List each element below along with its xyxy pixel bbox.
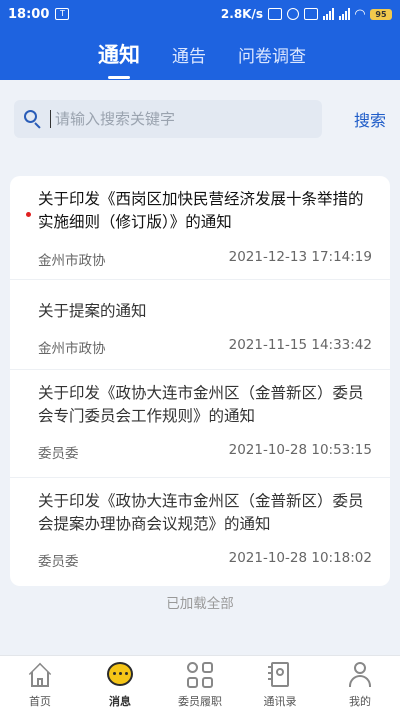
notice-list: 关于印发《西岗区加快民营经济发展十条举措的实施细则（修订版）》的通知 金州市政协… bbox=[10, 176, 390, 586]
bottom-nav: 首页 消息 委员履职 通讯录 我的 bbox=[0, 655, 400, 711]
list-item[interactable]: 关于印发《政协大连市金州区（金普新区）委员会专门委员会工作规则》的通知 委员委 … bbox=[10, 370, 390, 478]
message-icon bbox=[107, 662, 133, 688]
tab-announcement[interactable]: 通告 bbox=[172, 42, 206, 67]
wifi-icon: ◠ bbox=[355, 6, 365, 22]
loaded-all-text: 已加载全部 bbox=[166, 596, 234, 612]
unread-dot bbox=[26, 212, 31, 217]
nav-label: 首页 bbox=[29, 695, 51, 708]
notice-title: 关于印发《政协大连市金州区（金普新区）委员会提案办理协商会议规范》的通知 bbox=[38, 492, 364, 533]
notice-datetime: 2021-10-28 10:53:15 bbox=[228, 442, 372, 458]
notice-meta: 委员委 2021-10-28 10:53:15 bbox=[38, 442, 372, 462]
notice-meta: 金州市政协 2021-11-15 14:33:42 bbox=[38, 337, 372, 357]
notice-title: 关于印发《政协大连市金州区（金普新区）委员会专门委员会工作规则》的通知 bbox=[38, 384, 364, 425]
notification-icon: T bbox=[55, 8, 70, 20]
home-icon bbox=[27, 662, 53, 688]
notice-source: 委员委 bbox=[38, 554, 79, 570]
notice-source: 金州市政协 bbox=[38, 253, 106, 269]
list-item[interactable]: 关于提案的通知 金州市政协 2021-11-15 14:33:42 bbox=[10, 280, 390, 370]
list-item[interactable]: 关于印发《西岗区加快民营经济发展十条举措的实施细则（修订版）》的通知 金州市政协… bbox=[10, 176, 390, 280]
notice-meta: 委员委 2021-10-28 10:18:02 bbox=[38, 550, 372, 570]
nav-duty[interactable]: 委员履职 bbox=[160, 656, 240, 711]
nav-label: 消息 bbox=[109, 695, 131, 708]
hd-icon bbox=[304, 8, 318, 20]
notice-title: 关于印发《西岗区加快民营经济发展十条举措的实施细则（修订版）》的通知 bbox=[38, 190, 364, 231]
status-bar: 18:00 T 2.8K/s ◠ 95 bbox=[0, 0, 400, 28]
tab-notice[interactable]: 通知 bbox=[98, 39, 140, 69]
battery-icon: 95 bbox=[370, 8, 392, 20]
status-right: 2.8K/s ◠ 95 bbox=[221, 7, 392, 22]
header-tabs: 通知 通告 问卷调查 bbox=[0, 28, 400, 80]
notice-meta: 金州市政协 2021-12-13 17:14:19 bbox=[38, 249, 372, 269]
nav-message[interactable]: 消息 bbox=[80, 656, 160, 711]
nav-label: 我的 bbox=[349, 695, 371, 708]
notice-source: 金州市政协 bbox=[38, 341, 106, 357]
nav-contacts[interactable]: 通讯录 bbox=[240, 656, 320, 711]
list-item[interactable]: 关于印发《政协大连市金州区（金普新区）委员会提案办理协商会议规范》的通知 委员委… bbox=[10, 478, 390, 586]
notice-title: 关于提案的通知 bbox=[38, 302, 147, 320]
network-speed: 2.8K/s bbox=[220, 7, 263, 21]
search-button[interactable]: 搜索 bbox=[354, 107, 386, 131]
search-icon bbox=[24, 110, 42, 129]
contacts-icon bbox=[267, 662, 293, 688]
nav-home[interactable]: 首页 bbox=[0, 656, 80, 711]
search-box[interactable] bbox=[14, 100, 322, 138]
notice-datetime: 2021-12-13 17:14:19 bbox=[228, 249, 372, 265]
alarm-icon bbox=[287, 8, 299, 20]
search-row: 搜索 bbox=[14, 100, 386, 138]
nav-label: 通讯录 bbox=[263, 695, 297, 708]
tab-survey[interactable]: 问卷调查 bbox=[238, 42, 306, 67]
notice-datetime: 2021-11-15 14:33:42 bbox=[228, 337, 372, 353]
signal-icon-2 bbox=[339, 8, 350, 20]
notice-datetime: 2021-10-28 10:18:02 bbox=[228, 550, 372, 566]
signal-icon bbox=[323, 8, 334, 20]
nav-profile[interactable]: 我的 bbox=[320, 656, 400, 711]
search-input[interactable] bbox=[50, 110, 290, 128]
nav-label: 委员履职 bbox=[178, 695, 222, 708]
nfc-icon bbox=[268, 8, 282, 20]
status-time: 18:00 bbox=[8, 6, 50, 22]
grid-icon bbox=[187, 662, 213, 688]
notice-source: 委员委 bbox=[38, 446, 79, 462]
profile-icon bbox=[347, 662, 373, 688]
